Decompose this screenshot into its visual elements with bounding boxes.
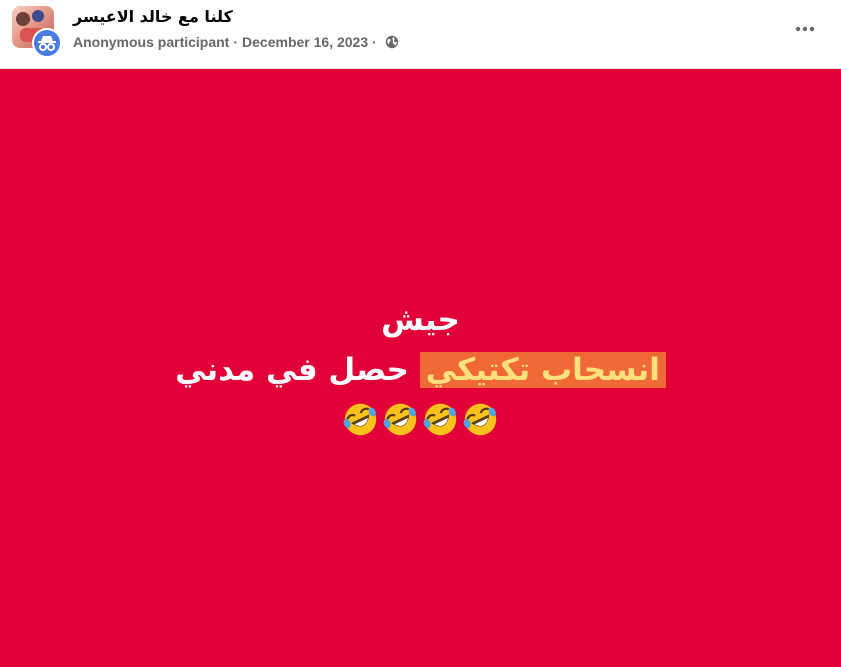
text-line-1: جيش <box>381 302 460 338</box>
globe-icon[interactable] <box>385 35 399 49</box>
rolling-laughing-emoji-icon <box>423 403 457 436</box>
text-line-2: انسحاب تكتيكي حصل في مدني <box>0 345 841 395</box>
post-meta: Anonymous participant · December 16, 202… <box>73 34 399 50</box>
incognito-icon <box>32 28 62 58</box>
highlighted-phrase: انسحاب تكتيكي <box>419 352 666 388</box>
text-line-2-rest: حصل في مدني <box>175 352 409 388</box>
rolling-laughing-emoji-icon <box>383 403 417 436</box>
post-image-text: جيش انسحاب تكتيكي حصل في مدني <box>0 295 841 438</box>
rolling-laughing-emoji-icon <box>463 403 497 436</box>
post-image[interactable]: جيش انسحاب تكتيكي حصل في مدني <box>0 68 841 667</box>
group-name[interactable]: كلنا مع خالد الاعيسر <box>73 7 233 26</box>
emoji-row <box>0 401 841 438</box>
meta-separator-2: · <box>372 34 377 50</box>
more-options-button[interactable] <box>791 14 819 42</box>
post-header: كلنا مع خالد الاعيسر Anonymous participa… <box>0 0 841 68</box>
post-date[interactable]: December 16, 2023 <box>242 34 368 50</box>
rolling-laughing-emoji-icon <box>343 403 377 436</box>
more-options-icon <box>795 19 815 37</box>
meta-separator: · <box>233 34 239 50</box>
avatar-group[interactable] <box>12 6 62 58</box>
author-name[interactable]: Anonymous participant <box>73 34 229 50</box>
